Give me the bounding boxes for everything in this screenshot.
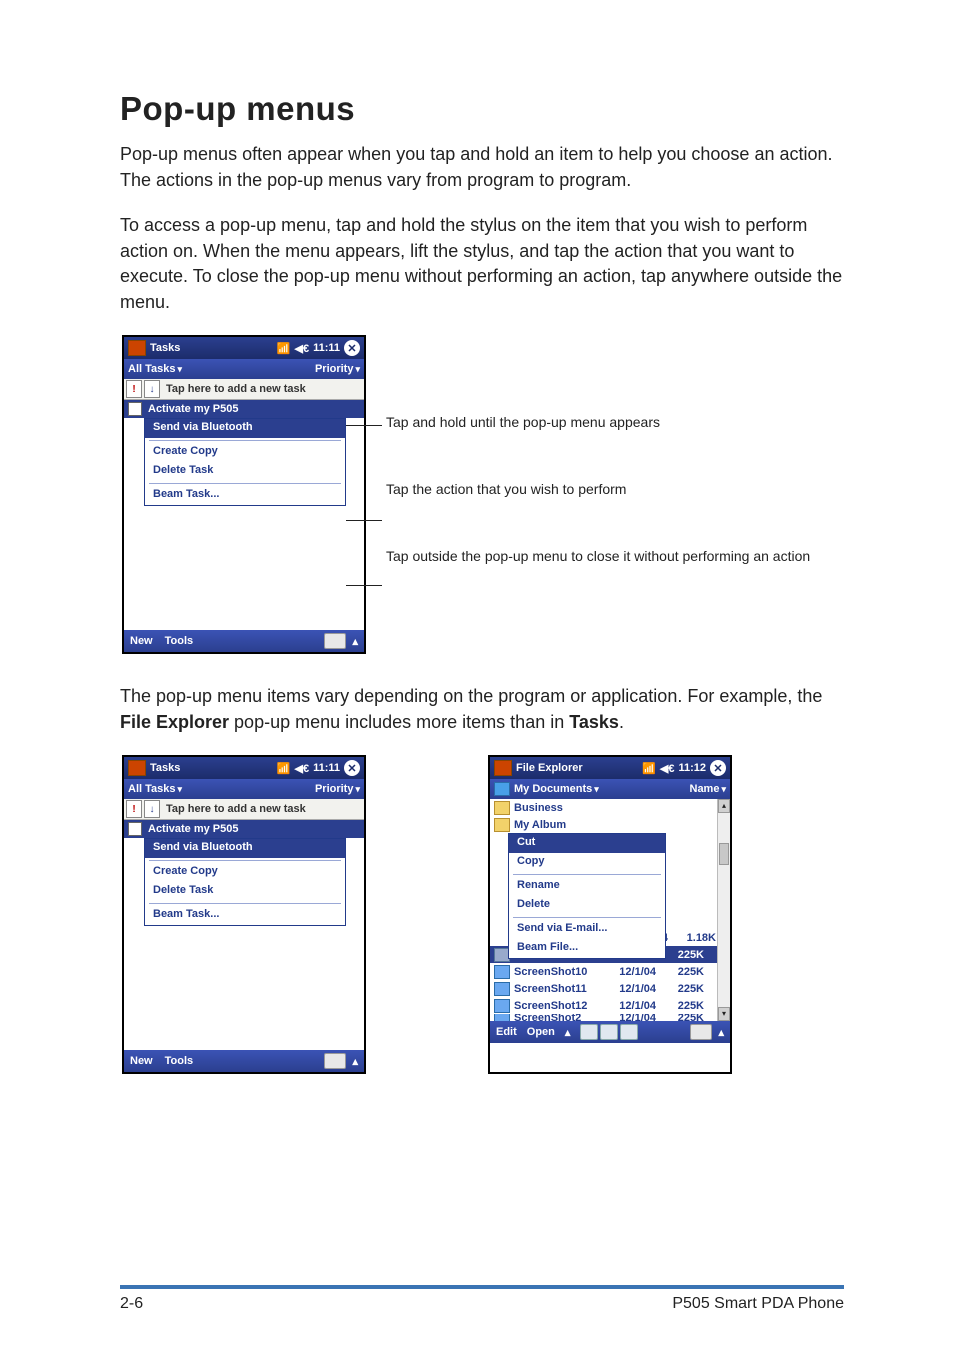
page-footer: 2-6 P505 Smart PDA Phone bbox=[120, 1285, 844, 1313]
sort-dropdown[interactable]: Priority bbox=[315, 363, 360, 375]
softkey-new[interactable]: New bbox=[130, 1055, 153, 1067]
image-file-icon bbox=[494, 999, 510, 1013]
popup-item-beam-task[interactable]: Beam Task... bbox=[145, 906, 345, 925]
toolbar-icon[interactable] bbox=[620, 1024, 638, 1040]
speaker-icon: ◀€ bbox=[660, 762, 675, 775]
scroll-thumb[interactable] bbox=[719, 843, 729, 865]
softkey-tools[interactable]: Tools bbox=[165, 635, 194, 647]
sort-column-icon[interactable]: ↓ bbox=[144, 380, 160, 398]
product-name: P505 Smart PDA Phone bbox=[672, 1295, 844, 1313]
page-number: 2-6 bbox=[120, 1295, 143, 1313]
popup-item-send-email[interactable]: Send via E-mail... bbox=[509, 920, 665, 939]
folder-icon bbox=[494, 782, 510, 796]
popup-menu: Send via Bluetooth Create Copy Delete Ta… bbox=[144, 418, 346, 506]
scroll-down-icon[interactable]: ▾ bbox=[718, 1007, 730, 1021]
close-icon[interactable]: ✕ bbox=[710, 760, 726, 776]
app-title: Tasks bbox=[150, 762, 180, 774]
up-arrow-icon[interactable]: ▴ bbox=[565, 1026, 571, 1039]
list-item[interactable]: ScreenShot10 12/1/04 225K bbox=[490, 963, 718, 980]
popup-item-create-copy[interactable]: Create Copy bbox=[145, 863, 345, 882]
popup-item-send-bluetooth[interactable]: Send via Bluetooth bbox=[145, 839, 345, 858]
caption-1: Tap and hold until the pop-up menu appea… bbox=[386, 413, 810, 432]
keyboard-icon[interactable] bbox=[324, 633, 346, 649]
popup-item-cut[interactable]: Cut bbox=[509, 834, 665, 853]
add-task-hint[interactable]: Tap here to add a new task bbox=[166, 803, 306, 815]
list-item[interactable]: ScreenShot12 12/1/04 225K bbox=[490, 997, 718, 1014]
paragraph-3: The pop-up menu items vary depending on … bbox=[120, 684, 844, 735]
location-dropdown[interactable]: My Documents bbox=[514, 783, 599, 795]
task-checkbox[interactable] bbox=[128, 402, 142, 416]
clock-text: 11:12 bbox=[678, 762, 706, 774]
list-item[interactable]: My Album bbox=[490, 816, 730, 833]
popup-item-send-bluetooth[interactable]: Send via Bluetooth bbox=[145, 419, 345, 438]
sort-dropdown[interactable]: Priority bbox=[315, 783, 360, 795]
filter-dropdown[interactable]: All Tasks bbox=[128, 363, 182, 375]
image-file-icon bbox=[494, 982, 510, 996]
signal-icon: 📶 bbox=[642, 762, 656, 775]
start-flag-icon[interactable] bbox=[128, 340, 146, 356]
signal-icon: 📶 bbox=[277, 762, 291, 775]
popup-item-beam-file[interactable]: Beam File... bbox=[509, 939, 665, 958]
list-item[interactable]: ScreenShot2 12/1/04 225K bbox=[490, 1014, 718, 1021]
list-item[interactable]: Business bbox=[490, 799, 730, 816]
task-checkbox[interactable] bbox=[128, 822, 142, 836]
add-task-hint[interactable]: Tap here to add a new task bbox=[166, 383, 306, 395]
up-arrow-icon[interactable]: ▴ bbox=[352, 1055, 358, 1068]
task-row-label[interactable]: Activate my P505 bbox=[148, 403, 239, 415]
popup-item-delete-task[interactable]: Delete Task bbox=[145, 462, 345, 481]
start-flag-icon[interactable] bbox=[494, 760, 512, 776]
image-file-icon bbox=[494, 965, 510, 979]
popup-item-delete[interactable]: Delete bbox=[509, 896, 665, 915]
speaker-icon: ◀€ bbox=[295, 762, 310, 775]
file-list: Business My Album Cut Copy Rename Delete… bbox=[490, 799, 730, 1021]
sort-column-icon[interactable]: ↓ bbox=[144, 800, 160, 818]
softkey-tools[interactable]: Tools bbox=[165, 1055, 194, 1067]
list-item[interactable]: ScreenShot11 12/1/04 225K bbox=[490, 980, 718, 997]
folder-icon bbox=[494, 801, 510, 815]
popup-item-copy[interactable]: Copy bbox=[509, 853, 665, 872]
toolbar-icon[interactable] bbox=[580, 1024, 598, 1040]
up-arrow-icon[interactable]: ▴ bbox=[352, 635, 358, 648]
caption-3: Tap outside the pop-up menu to close it … bbox=[386, 547, 810, 566]
popup-menu: Send via Bluetooth Create Copy Delete Ta… bbox=[144, 838, 346, 926]
paragraph-2: To access a pop-up menu, tap and hold th… bbox=[120, 213, 844, 315]
speaker-icon: ◀€ bbox=[295, 342, 310, 355]
signal-icon: 📶 bbox=[277, 342, 291, 355]
softkey-edit[interactable]: Edit bbox=[496, 1026, 517, 1038]
clock-text: 11:11 bbox=[313, 762, 340, 774]
scroll-up-icon[interactable]: ▴ bbox=[718, 799, 730, 813]
sort-dropdown[interactable]: Name bbox=[690, 783, 727, 795]
popup-item-rename[interactable]: Rename bbox=[509, 877, 665, 896]
tasks-screenshot-2: Tasks 📶 ◀€ 11:11 ✕ All Tasks Priority ! … bbox=[122, 755, 366, 1074]
close-icon[interactable]: ✕ bbox=[344, 760, 360, 776]
softkey-open[interactable]: Open bbox=[527, 1026, 555, 1038]
folder-icon bbox=[494, 818, 510, 832]
popup-item-create-copy[interactable]: Create Copy bbox=[145, 443, 345, 462]
app-title: Tasks bbox=[150, 342, 180, 354]
keyboard-icon[interactable] bbox=[690, 1024, 712, 1040]
paragraph-1: Pop-up menus often appear when you tap a… bbox=[120, 142, 844, 193]
image-file-icon bbox=[494, 1014, 510, 1021]
priority-column-icon[interactable]: ! bbox=[126, 380, 142, 398]
up-arrow-icon[interactable]: ▴ bbox=[718, 1026, 724, 1039]
toolbar-icon[interactable] bbox=[600, 1024, 618, 1040]
filter-dropdown[interactable]: All Tasks bbox=[128, 783, 182, 795]
clock-text: 11:11 bbox=[313, 342, 340, 354]
start-flag-icon[interactable] bbox=[128, 760, 146, 776]
scrollbar[interactable]: ▴ ▾ bbox=[717, 799, 730, 1021]
tasks-screenshot-1: Tasks 📶 ◀€ 11:11 ✕ All Tasks Priority ! … bbox=[122, 335, 366, 654]
caption-2: Tap the action that you wish to perform bbox=[386, 480, 810, 499]
file-explorer-screenshot: File Explorer 📶 ◀€ 11:12 ✕ My Documents … bbox=[488, 755, 732, 1074]
app-title: File Explorer bbox=[516, 762, 583, 774]
close-icon[interactable]: ✕ bbox=[344, 340, 360, 356]
popup-item-beam-task[interactable]: Beam Task... bbox=[145, 486, 345, 505]
popup-menu: Cut Copy Rename Delete Send via E-mail..… bbox=[508, 833, 666, 959]
priority-column-icon[interactable]: ! bbox=[126, 800, 142, 818]
softkey-new[interactable]: New bbox=[130, 635, 153, 647]
popup-item-delete-task[interactable]: Delete Task bbox=[145, 882, 345, 901]
task-row-label[interactable]: Activate my P505 bbox=[148, 823, 239, 835]
keyboard-icon[interactable] bbox=[324, 1053, 346, 1069]
page-title: Pop-up menus bbox=[120, 90, 844, 128]
